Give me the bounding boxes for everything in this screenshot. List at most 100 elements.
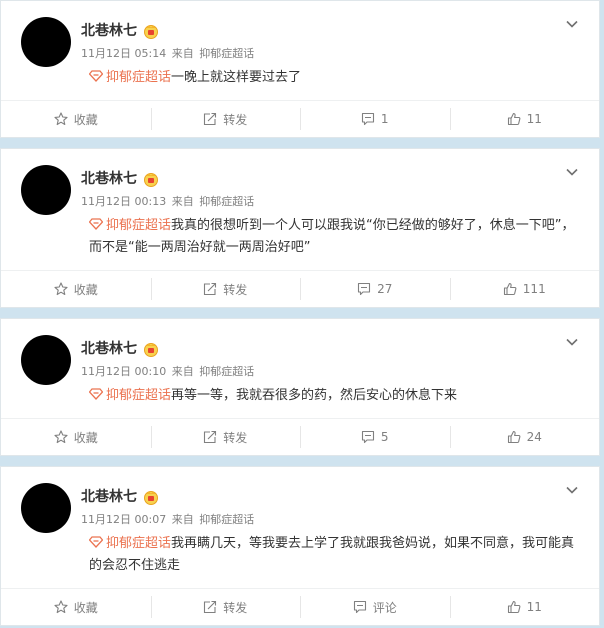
username[interactable]: 北巷林七 [81, 171, 137, 187]
comment-button[interactable]: 评论 [300, 596, 450, 618]
repost-button[interactable]: 转发 [150, 596, 301, 618]
repost-label: 转发 [223, 600, 248, 615]
like-count: 111 [522, 282, 546, 296]
vip-badge-icon [144, 25, 158, 39]
favorite-label: 收藏 [73, 600, 98, 615]
avatar[interactable] [21, 483, 71, 533]
like-button[interactable]: 11 [449, 596, 600, 618]
via-label: 来自 [171, 195, 194, 208]
comment-icon [358, 282, 371, 296]
repost-icon [204, 430, 217, 444]
repost-icon [204, 600, 217, 614]
post-time[interactable]: 11月12日 00:10 [81, 365, 166, 378]
avatar[interactable] [21, 335, 71, 385]
post-content: 抑郁症超话我再瞒几天，等我要去上学了我就跟我爸妈说，如果不同意，我可能真的会忍不… [89, 533, 579, 577]
post-actions: 收藏 转发 1 11 [1, 100, 599, 137]
comment-button[interactable]: 27 [300, 278, 450, 300]
star-icon [54, 282, 68, 296]
via-label: 来自 [171, 513, 194, 526]
supertopic-link[interactable]: 抑郁症超话 [106, 536, 171, 551]
avatar[interactable] [21, 165, 71, 215]
favorite-button[interactable]: 收藏 [1, 596, 151, 618]
favorite-label: 收藏 [73, 112, 98, 127]
supertopic-diamond-icon [89, 218, 103, 230]
username[interactable]: 北巷林七 [81, 489, 137, 505]
weibo-post-card: 北巷林七 11月12日 00:13 来自 抑郁症超话 抑郁症超话我真的很想听到一… [0, 148, 600, 308]
supertopic-link[interactable]: 抑郁症超话 [106, 388, 171, 403]
favorite-label: 收藏 [73, 282, 98, 297]
comment-icon [361, 430, 374, 444]
chevron-down-icon[interactable] [565, 483, 579, 497]
vip-badge-icon [144, 173, 158, 187]
post-time[interactable]: 11月12日 00:13 [81, 195, 166, 208]
supertopic-link[interactable]: 抑郁症超话 [106, 70, 171, 85]
username[interactable]: 北巷林七 [81, 341, 137, 357]
like-count: 24 [526, 430, 542, 444]
supertopic-diamond-icon [89, 536, 103, 548]
favorite-label: 收藏 [73, 430, 98, 445]
chevron-down-icon[interactable] [565, 165, 579, 179]
favorite-button[interactable]: 收藏 [1, 278, 151, 300]
like-count: 11 [526, 112, 542, 126]
post-time[interactable]: 11月12日 00:07 [81, 513, 166, 526]
post-actions: 收藏 转发 5 24 [1, 418, 599, 455]
like-count: 11 [526, 600, 542, 614]
star-icon [54, 430, 68, 444]
chevron-down-icon[interactable] [565, 335, 579, 349]
thumb-up-icon [507, 430, 521, 444]
post-text: 一晚上就这样要过去了 [171, 70, 302, 85]
avatar[interactable] [21, 17, 71, 67]
favorite-button[interactable]: 收藏 [1, 108, 151, 130]
via-label: 来自 [171, 47, 194, 60]
post-time[interactable]: 11月12日 05:14 [81, 47, 166, 60]
post-meta: 11月12日 00:07 来自 抑郁症超话 [81, 513, 254, 527]
post-content: 抑郁症超话我真的很想听到一个人可以跟我说“你已经做的够好了，休息一下吧”，而不是… [89, 215, 579, 259]
post-meta: 11月12日 00:13 来自 抑郁症超话 [81, 195, 254, 209]
star-icon [54, 112, 68, 126]
post-content: 抑郁症超话再等一等，我就吞很多的药，然后安心的休息下来 [89, 385, 579, 407]
comment-icon [361, 112, 374, 126]
username[interactable]: 北巷林七 [81, 23, 137, 39]
vip-badge-icon [144, 491, 158, 505]
post-source[interactable]: 抑郁症超话 [199, 365, 254, 378]
post-meta: 11月12日 05:14 来自 抑郁症超话 [81, 47, 254, 61]
repost-label: 转发 [223, 112, 248, 127]
chevron-down-icon[interactable] [565, 17, 579, 31]
weibo-post-card: 北巷林七 11月12日 00:07 来自 抑郁症超话 抑郁症超话我再瞒几天，等我… [0, 466, 600, 626]
comment-count: 1 [380, 112, 389, 126]
repost-button[interactable]: 转发 [150, 278, 301, 300]
favorite-button[interactable]: 收藏 [1, 426, 151, 448]
via-label: 来自 [171, 365, 194, 378]
repost-icon [204, 282, 217, 296]
repost-button[interactable]: 转发 [150, 108, 301, 130]
post-source[interactable]: 抑郁症超话 [199, 513, 254, 526]
post-actions: 收藏 转发 评论 11 [1, 588, 599, 625]
weibo-post-card: 北巷林七 11月12日 05:14 来自 抑郁症超话 抑郁症超话一晚上就这样要过… [0, 0, 600, 138]
like-button[interactable]: 11 [449, 108, 600, 130]
comment-count: 5 [380, 430, 389, 444]
comment-button[interactable]: 5 [300, 426, 450, 448]
like-button[interactable]: 24 [449, 426, 600, 448]
supertopic-link[interactable]: 抑郁症超话 [106, 218, 171, 233]
supertopic-diamond-icon [89, 388, 103, 400]
repost-label: 转发 [223, 282, 248, 297]
comment-count: 27 [377, 282, 393, 296]
post-actions: 收藏 转发 27 111 [1, 270, 599, 307]
thumb-up-icon [507, 600, 521, 614]
post-text: 再等一等，我就吞很多的药，然后安心的休息下来 [171, 388, 458, 403]
comment-count: 评论 [372, 600, 397, 615]
repost-label: 转发 [223, 430, 248, 445]
thumb-up-icon [507, 112, 521, 126]
weibo-post-card: 北巷林七 11月12日 00:10 来自 抑郁症超话 抑郁症超话再等一等，我就吞… [0, 318, 600, 456]
thumb-up-icon [503, 282, 517, 296]
post-source[interactable]: 抑郁症超话 [199, 195, 254, 208]
repost-button[interactable]: 转发 [150, 426, 301, 448]
comment-button[interactable]: 1 [300, 108, 450, 130]
star-icon [54, 600, 68, 614]
repost-icon [204, 112, 217, 126]
post-source[interactable]: 抑郁症超话 [199, 47, 254, 60]
post-meta: 11月12日 00:10 来自 抑郁症超话 [81, 365, 254, 379]
supertopic-diamond-icon [89, 70, 103, 82]
like-button[interactable]: 111 [449, 278, 600, 300]
post-content: 抑郁症超话一晚上就这样要过去了 [89, 67, 579, 89]
